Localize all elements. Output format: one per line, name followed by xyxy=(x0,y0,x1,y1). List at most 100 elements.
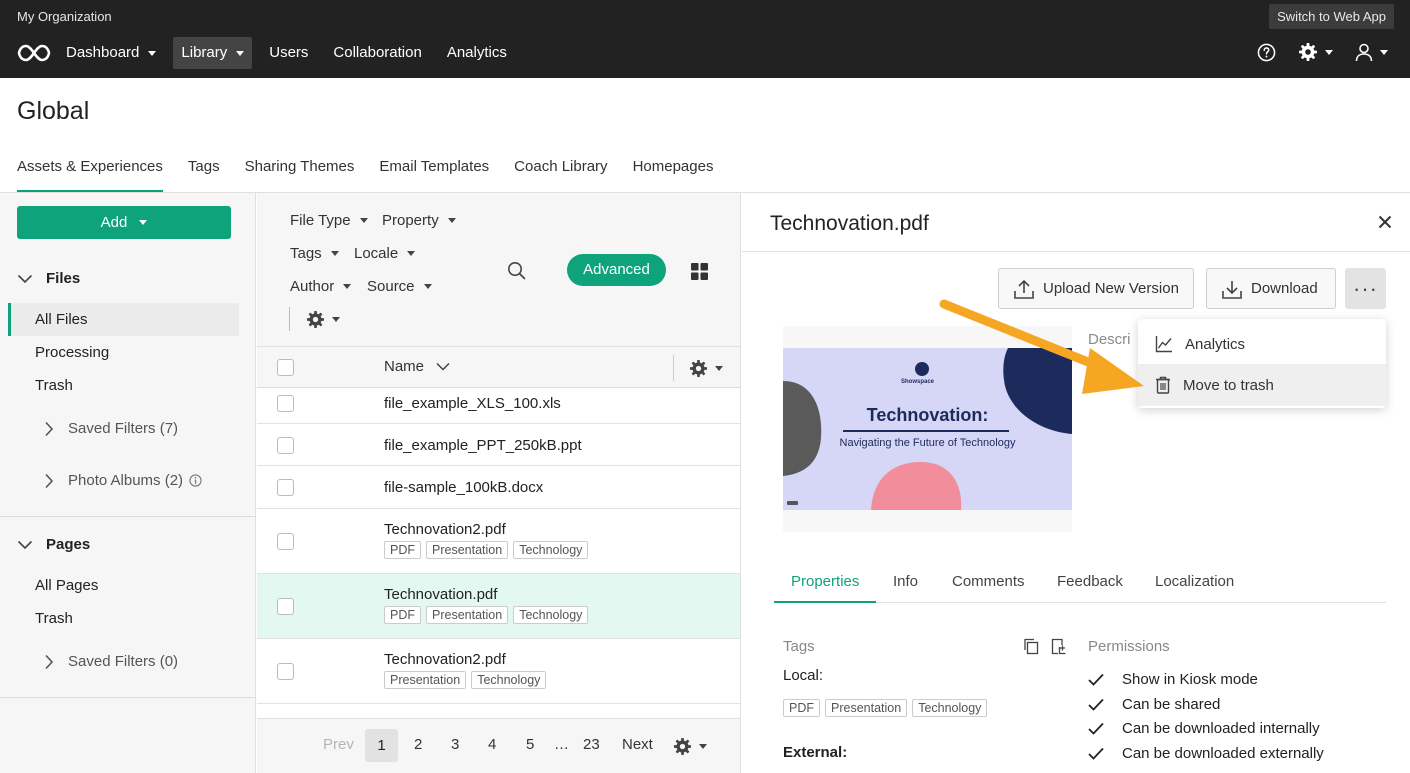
add-button[interactable]: Add xyxy=(17,206,231,239)
filter-settings-menu[interactable] xyxy=(289,307,340,331)
pagination-settings-menu[interactable] xyxy=(673,737,707,756)
file-type-filter[interactable]: File Type xyxy=(290,212,368,229)
sidebar-item-pages-trash[interactable]: Trash xyxy=(8,602,239,635)
table-row[interactable]: Technovation2.pdf Presentation Technolog… xyxy=(257,639,740,704)
nav-dashboard[interactable]: Dashboard xyxy=(58,37,164,69)
checkmark-icon xyxy=(1088,673,1104,686)
tags-filter[interactable]: Tags xyxy=(290,245,339,262)
tab-sharing-themes[interactable]: Sharing Themes xyxy=(245,152,355,193)
sidebar: Add Files All Files Processing Trash Sav… xyxy=(0,193,256,773)
row-checkbox[interactable] xyxy=(277,395,294,412)
chevron-down-icon xyxy=(1380,49,1388,55)
list-header: Name xyxy=(257,346,740,388)
copy-icon[interactable] xyxy=(1023,638,1039,655)
property-filter[interactable]: Property xyxy=(382,212,456,229)
chevron-down-icon xyxy=(343,284,352,289)
search-icon[interactable] xyxy=(507,261,526,280)
tab-tags[interactable]: Tags xyxy=(188,152,220,193)
tags-filter-label: Tags xyxy=(290,245,322,262)
tab-assets-experiences[interactable]: Assets & Experiences xyxy=(17,152,163,193)
row-checkbox[interactable] xyxy=(277,598,294,615)
menu-item-move-to-trash[interactable]: Move to trash xyxy=(1138,364,1386,406)
locale-filter[interactable]: Locale xyxy=(354,245,416,262)
sidebar-item-all-files[interactable]: All Files xyxy=(8,303,239,336)
row-checkbox[interactable] xyxy=(277,533,294,550)
sidebar-item-all-pages[interactable]: All Pages xyxy=(8,569,239,602)
sidebar-item-processing[interactable]: Processing xyxy=(8,336,239,369)
chevron-down-icon xyxy=(17,274,33,283)
select-all-checkbox[interactable] xyxy=(277,359,294,376)
author-filter[interactable]: Author xyxy=(290,278,352,295)
table-row-selected[interactable]: Technovation.pdf PDF Presentation Techno… xyxy=(257,574,740,639)
more-options-button[interactable]: ··· xyxy=(1345,268,1386,309)
saved-filters-files[interactable]: Saved Filters (7) xyxy=(44,420,178,437)
nav-analytics[interactable]: Analytics xyxy=(439,37,515,69)
tab-email-templates[interactable]: Email Templates xyxy=(379,152,489,193)
page-ellipsis: … xyxy=(554,736,569,753)
advanced-button[interactable]: Advanced xyxy=(567,254,666,286)
grid-view-icon[interactable] xyxy=(691,263,708,280)
info-icon[interactable] xyxy=(189,474,202,487)
photo-albums[interactable]: Photo Albums (2) xyxy=(44,472,202,489)
permission-label: Show in Kiosk mode xyxy=(1122,671,1258,688)
row-checkbox[interactable] xyxy=(277,437,294,454)
saved-filters-pages[interactable]: Saved Filters (0) xyxy=(44,653,178,670)
pages-section-header[interactable]: Pages xyxy=(17,536,90,553)
row-checkbox[interactable] xyxy=(277,479,294,496)
next-page-button[interactable]: Next xyxy=(622,736,653,753)
name-column-header[interactable]: Name xyxy=(384,358,450,375)
column-settings-menu[interactable] xyxy=(689,359,723,378)
chevron-down-icon xyxy=(236,50,245,56)
sidebar-item-trash[interactable]: Trash xyxy=(8,369,239,402)
page-button[interactable]: 4 xyxy=(488,736,496,753)
download-button[interactable]: Download xyxy=(1206,268,1336,309)
close-icon[interactable] xyxy=(1378,215,1392,229)
permission-label: Can be downloaded externally xyxy=(1122,745,1324,762)
tag-badge: PDF xyxy=(783,699,820,717)
locale-label: Locale xyxy=(354,245,399,262)
table-row[interactable]: file_example_PPT_250kB.ppt xyxy=(257,424,740,466)
table-row[interactable]: file_example_XLS_100.xls xyxy=(257,389,740,424)
menu-item-analytics[interactable]: Analytics xyxy=(1138,323,1386,365)
page-button-last[interactable]: 23 xyxy=(583,736,600,753)
chevron-right-icon xyxy=(45,654,54,669)
tab-comments[interactable]: Comments xyxy=(952,573,1025,603)
user-menu[interactable] xyxy=(1355,43,1388,62)
tab-properties[interactable]: Properties xyxy=(774,573,877,603)
help-button[interactable] xyxy=(1257,43,1276,62)
paste-icon[interactable] xyxy=(1051,638,1066,655)
row-checkbox[interactable] xyxy=(277,663,294,680)
source-filter[interactable]: Source xyxy=(367,278,432,295)
nav-library-label: Library xyxy=(181,44,228,61)
settings-menu[interactable] xyxy=(1298,42,1333,62)
tab-localization[interactable]: Localization xyxy=(1155,573,1234,603)
permission-item: Can be downloaded externally xyxy=(1088,745,1324,762)
asset-detail-panel: Technovation.pdf Upload New Version Down… xyxy=(742,193,1410,773)
nav-users[interactable]: Users xyxy=(261,37,316,69)
nav-library[interactable]: Library xyxy=(173,37,253,69)
gear-icon xyxy=(306,310,325,328)
nav-collaboration[interactable]: Collaboration xyxy=(325,37,429,69)
tags-section-label: Tags xyxy=(783,638,815,655)
prev-page-button[interactable]: Prev xyxy=(323,736,354,753)
user-icon xyxy=(1355,43,1373,61)
logo-icon[interactable] xyxy=(17,43,51,63)
tab-info[interactable]: Info xyxy=(893,573,918,603)
page-button-current[interactable]: 1 xyxy=(365,729,398,762)
files-section-header[interactable]: Files xyxy=(17,270,80,287)
tag-badge: Presentation xyxy=(384,671,467,689)
page-button[interactable]: 5 xyxy=(526,736,534,753)
filter-bar: File Type Property Tags Locale Author So… xyxy=(257,193,740,346)
asset-list-panel: File Type Property Tags Locale Author So… xyxy=(257,193,741,773)
table-row[interactable]: Technovation2.pdf PDF Presentation Techn… xyxy=(257,509,740,574)
table-row[interactable]: file-sample_100kB.docx xyxy=(257,466,740,509)
section-tabs: Assets & Experiences Tags Sharing Themes… xyxy=(17,152,738,193)
switch-to-web-app-button[interactable]: Switch to Web App xyxy=(1269,4,1394,29)
tag-badge: Technology xyxy=(513,541,589,559)
tab-homepages[interactable]: Homepages xyxy=(633,152,714,193)
tab-feedback[interactable]: Feedback xyxy=(1057,573,1123,603)
page-button[interactable]: 2 xyxy=(414,736,422,753)
tab-coach-library[interactable]: Coach Library xyxy=(514,152,607,193)
page-button[interactable]: 3 xyxy=(451,736,459,753)
chevron-down-icon xyxy=(359,218,368,223)
